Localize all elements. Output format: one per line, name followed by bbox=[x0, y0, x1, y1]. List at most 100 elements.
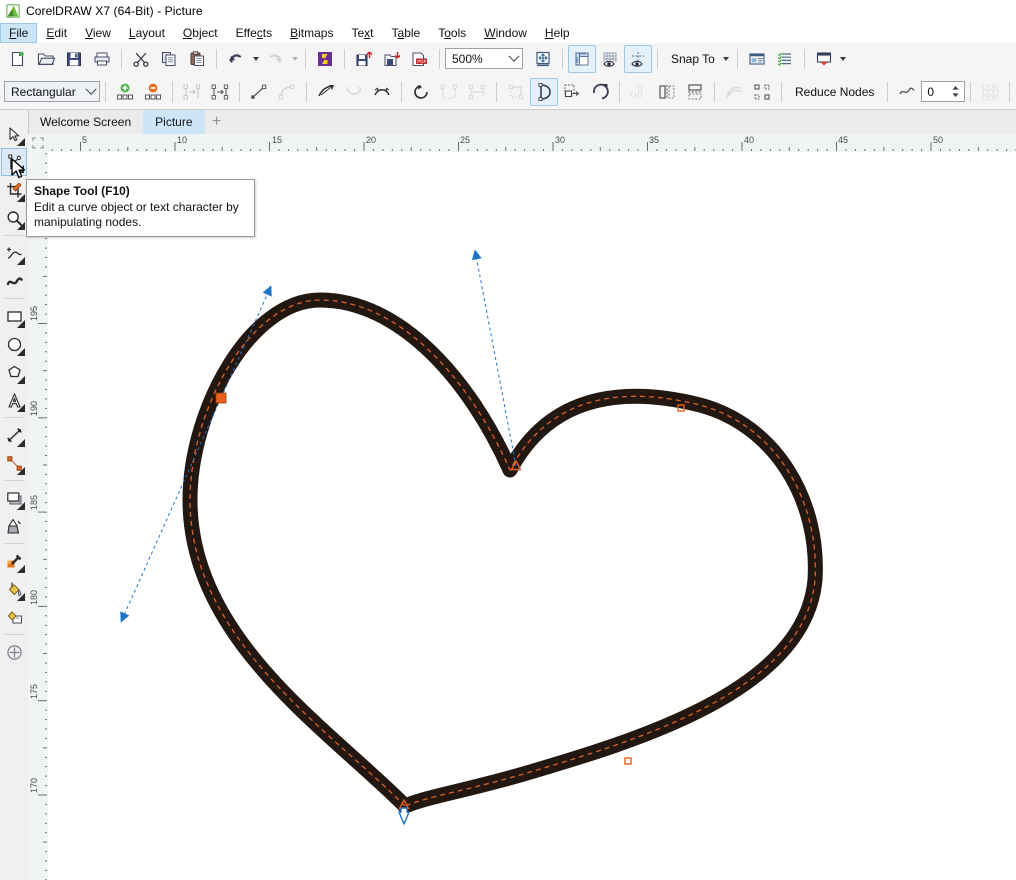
zoom-tool[interactable] bbox=[1, 204, 27, 232]
menu-view[interactable]: View bbox=[76, 23, 120, 43]
pick-tool-flyout-arrow[interactable] bbox=[17, 138, 25, 146]
quick-customize-button[interactable] bbox=[1, 638, 27, 666]
parallel-dimension-tool[interactable] bbox=[1, 421, 27, 449]
paste-button[interactable] bbox=[183, 45, 211, 73]
menu-layout[interactable]: Layout bbox=[120, 23, 174, 43]
ellipse-tool[interactable] bbox=[1, 330, 27, 358]
connector-tool-flyout-arrow[interactable] bbox=[17, 467, 25, 475]
select-all-nodes-button[interactable] bbox=[748, 78, 776, 106]
polygon-tool-flyout-arrow[interactable] bbox=[17, 376, 25, 384]
print-button[interactable] bbox=[88, 45, 116, 73]
zoom-tool-flyout-arrow[interactable] bbox=[17, 222, 25, 230]
freehand-tool[interactable] bbox=[1, 239, 27, 267]
crop-tool-flyout-arrow[interactable] bbox=[17, 194, 25, 202]
copy-button[interactable] bbox=[155, 45, 183, 73]
new-tab-button[interactable]: + bbox=[204, 110, 229, 134]
parallel-dimension-tool-flyout-arrow[interactable] bbox=[17, 439, 25, 447]
vertical-ruler[interactable]: 195 190 185 180 175 170 bbox=[28, 152, 49, 880]
freehand-tool-flyout-arrow[interactable] bbox=[17, 257, 25, 265]
show-rulers-button[interactable] bbox=[568, 44, 596, 73]
zoom-level-combo[interactable]: 500% bbox=[445, 48, 523, 69]
export-button[interactable] bbox=[378, 45, 406, 73]
drop-shadow-tool[interactable] bbox=[1, 484, 27, 512]
menu-effects[interactable]: Effects bbox=[227, 23, 281, 43]
horizontal-ruler[interactable]: 5 10 15 20 25 30 35 40 45 50 bbox=[48, 134, 1016, 153]
join-two-nodes-button[interactable] bbox=[178, 78, 206, 106]
align-nodes-button[interactable] bbox=[625, 78, 653, 106]
snap-to-label[interactable]: Snap To bbox=[663, 52, 721, 66]
redo-button[interactable] bbox=[261, 45, 289, 73]
interactive-fill-tool[interactable] bbox=[1, 575, 27, 603]
show-guidelines-button[interactable] bbox=[624, 44, 652, 73]
make-node-cusp-button[interactable] bbox=[312, 78, 340, 106]
ruler-origin-button[interactable] bbox=[28, 134, 49, 153]
convert-to-line-button[interactable] bbox=[245, 78, 273, 106]
undo-dropdown-caret[interactable] bbox=[250, 47, 261, 71]
menu-text[interactable]: Text bbox=[342, 23, 382, 43]
artistic-media-tool[interactable] bbox=[1, 267, 27, 295]
spinner-arrows-icon[interactable] bbox=[950, 85, 961, 98]
zoom-to-fit-button[interactable] bbox=[529, 45, 557, 73]
rotate-nodes-button[interactable] bbox=[586, 78, 614, 106]
menu-help[interactable]: Help bbox=[536, 23, 579, 43]
options-button[interactable] bbox=[743, 45, 771, 73]
rectangle-tool-flyout-arrow[interactable] bbox=[17, 320, 25, 328]
drop-shadow-tool-flyout-arrow[interactable] bbox=[17, 502, 25, 510]
color-eyedropper-tool[interactable] bbox=[1, 547, 27, 575]
menu-window[interactable]: Window bbox=[475, 23, 536, 43]
node-preview-button[interactable] bbox=[976, 78, 1004, 106]
pick-tool[interactable] bbox=[1, 120, 27, 148]
menu-bitmaps[interactable]: Bitmaps bbox=[281, 23, 342, 43]
menu-table[interactable]: Table bbox=[383, 23, 430, 43]
convert-to-curve-button[interactable] bbox=[273, 78, 301, 106]
redo-dropdown-caret[interactable] bbox=[289, 47, 300, 71]
drawing-canvas[interactable] bbox=[48, 152, 1016, 880]
elastic-mode-toggle[interactable] bbox=[530, 77, 558, 106]
show-grid-button[interactable] bbox=[596, 45, 624, 73]
elastic-mode-button[interactable] bbox=[720, 78, 748, 106]
add-node-button[interactable] bbox=[111, 78, 139, 106]
transparency-tool[interactable] bbox=[1, 512, 27, 540]
menu-tools[interactable]: Tools bbox=[429, 23, 475, 43]
import-button[interactable] bbox=[350, 45, 378, 73]
menu-file[interactable]: File bbox=[0, 22, 38, 43]
text-tool-flyout-arrow[interactable] bbox=[17, 404, 25, 412]
node-left-selected[interactable] bbox=[215, 392, 227, 404]
crop-tool[interactable] bbox=[1, 176, 27, 204]
shape-tool-flyout-arrow[interactable] bbox=[16, 165, 24, 173]
application-launcher-caret[interactable] bbox=[838, 47, 849, 71]
reflect-nodes-horizontal-button[interactable] bbox=[653, 78, 681, 106]
eyedropper-tool-flyout-arrow[interactable] bbox=[17, 565, 25, 573]
node-bottom-right[interactable] bbox=[624, 757, 632, 765]
application-launcher-button[interactable] bbox=[810, 45, 838, 73]
reflect-nodes-vertical-button[interactable] bbox=[681, 78, 709, 106]
cut-button[interactable] bbox=[127, 45, 155, 73]
extend-curve-to-close-button[interactable] bbox=[435, 78, 463, 106]
make-node-symmetrical-button[interactable] bbox=[368, 78, 396, 106]
zoom-dropdown-arrow[interactable] bbox=[505, 49, 522, 68]
menu-object[interactable]: Object bbox=[174, 23, 227, 43]
save-button[interactable] bbox=[60, 45, 88, 73]
corel-connect-button[interactable] bbox=[311, 45, 339, 73]
menu-edit[interactable]: Edit bbox=[37, 23, 76, 43]
polygon-tool[interactable] bbox=[1, 358, 27, 386]
make-node-smooth-button[interactable] bbox=[340, 78, 368, 106]
stretch-nodes-button[interactable] bbox=[558, 78, 586, 106]
tab-welcome-screen[interactable]: Welcome Screen bbox=[28, 110, 144, 134]
delete-node-button[interactable] bbox=[139, 78, 167, 106]
ellipse-tool-flyout-arrow[interactable] bbox=[17, 348, 25, 356]
fill-tool-flyout-arrow[interactable] bbox=[17, 593, 25, 601]
selection-mode-arrow[interactable] bbox=[82, 82, 99, 101]
text-tool[interactable] bbox=[1, 386, 27, 414]
tab-picture[interactable]: Picture bbox=[143, 110, 205, 134]
extract-subpath-button[interactable] bbox=[463, 78, 491, 106]
straight-line-connector-tool[interactable] bbox=[1, 449, 27, 477]
rectangle-tool[interactable] bbox=[1, 302, 27, 330]
reverse-direction-button[interactable] bbox=[407, 78, 435, 106]
marquee-select-mode-combo[interactable]: Rectangular bbox=[4, 81, 100, 102]
new-document-button[interactable] bbox=[4, 45, 32, 73]
curve-smoothness-spinner[interactable]: 0 bbox=[921, 81, 966, 102]
close-curve-button[interactable] bbox=[502, 78, 530, 106]
break-curve-button[interactable] bbox=[206, 78, 234, 106]
heart-curve-object[interactable] bbox=[48, 152, 1016, 880]
